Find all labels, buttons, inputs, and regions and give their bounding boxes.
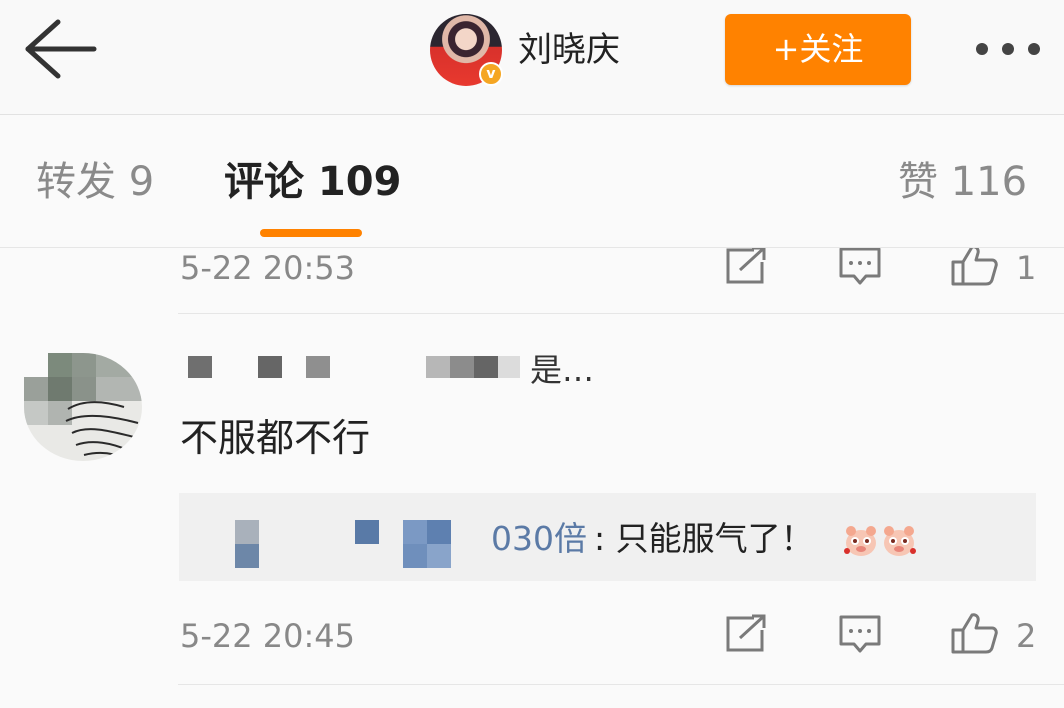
profile-name[interactable]: 刘晓庆	[518, 28, 620, 72]
more-options-button[interactable]	[968, 30, 1048, 70]
comment-text: 不服都不行	[180, 416, 371, 460]
tab-likes[interactable]: 赞 116	[898, 157, 1027, 207]
active-tab-indicator	[260, 229, 362, 237]
pig-emoji-icon	[844, 526, 876, 556]
back-button[interactable]	[18, 14, 100, 84]
tab-bar: 转发 9 评论 109 赞 116	[0, 115, 1064, 248]
more-dot-icon	[1028, 43, 1040, 55]
share-icon[interactable]	[724, 614, 768, 654]
reply-user-tail[interactable]: 030倍	[491, 517, 587, 561]
commenter-name-blurred[interactable]	[188, 356, 520, 378]
tab-reposts[interactable]: 转发 9	[36, 157, 154, 207]
like-count: 1	[1016, 249, 1037, 287]
reply-preview[interactable]: 030倍 : 只能服气了！	[179, 493, 1036, 581]
like-icon[interactable]	[950, 612, 998, 654]
weibo-comment-screen: v 刘晓庆 +关注 转发 9 评论 109 赞 116 5-22 20:53 1…	[0, 0, 1064, 708]
reply-user-blurred[interactable]	[235, 520, 491, 568]
comment-feed[interactable]: 5-22 20:53 1 是… 不服都不行 030倍: 只能服气了！ 5-22…	[0, 248, 1064, 708]
more-dot-icon	[1002, 43, 1014, 55]
comment-timestamp: 5-22 20:53	[180, 249, 356, 287]
comment-icon[interactable]	[838, 614, 882, 654]
tab-comments[interactable]: 评论 109	[224, 157, 401, 207]
back-arrow-icon	[25, 19, 97, 79]
like-count: 2	[1016, 617, 1037, 655]
comment-divider	[178, 313, 1064, 314]
pig-emoji-icon	[884, 526, 916, 556]
comment-timestamp: 5-22 20:45	[180, 617, 356, 655]
share-icon[interactable]	[724, 248, 768, 286]
more-dot-icon	[976, 43, 988, 55]
follow-button[interactable]: +关注	[725, 14, 911, 85]
comment-divider	[178, 684, 1064, 685]
top-nav-bar: v 刘晓庆 +关注	[0, 0, 1064, 115]
like-icon[interactable]	[950, 248, 998, 286]
commenter-avatar[interactable]	[24, 353, 142, 461]
commenter-name-tail[interactable]: 是…	[530, 350, 594, 390]
comment-icon[interactable]	[838, 248, 882, 286]
verified-badge-icon: v	[479, 62, 503, 86]
reply-text: : 只能服气了！	[594, 519, 814, 558]
